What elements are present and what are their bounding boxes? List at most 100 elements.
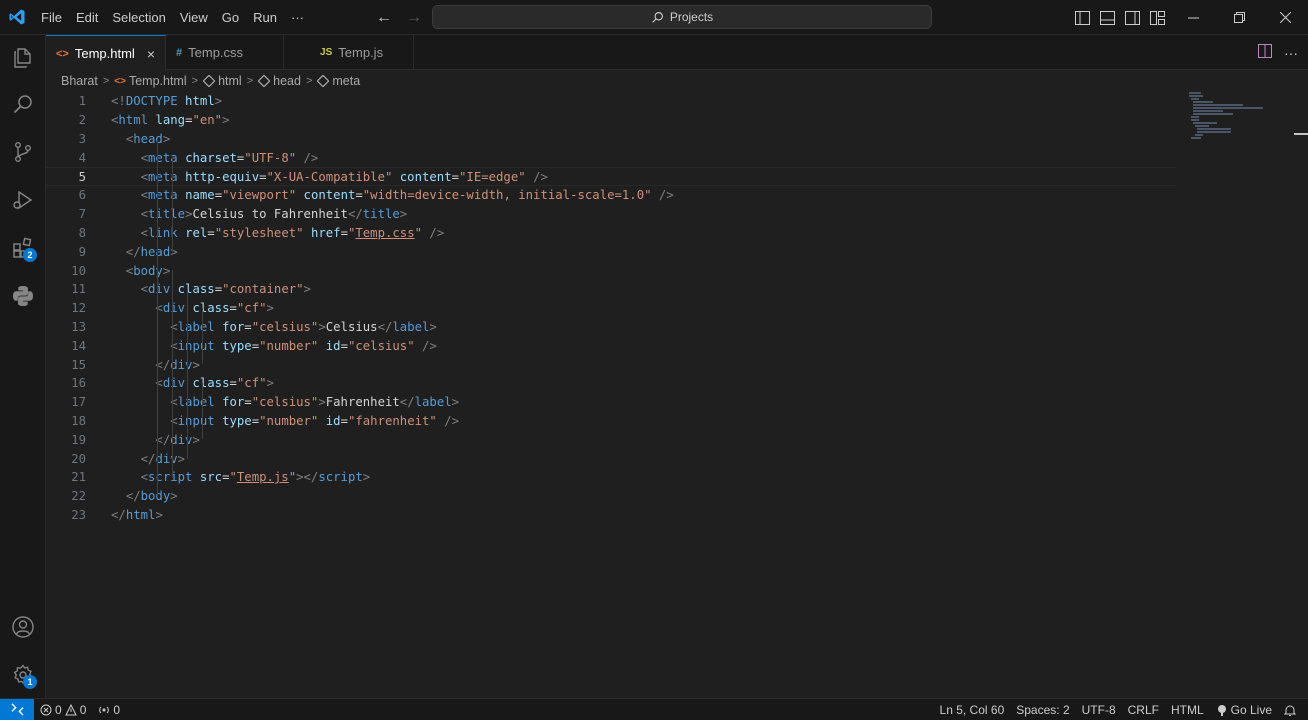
close-tab-icon[interactable]: ×	[147, 46, 155, 62]
broadcast-icon	[99, 706, 110, 713]
indentation[interactable]: Spaces: 2	[1010, 699, 1075, 720]
notifications-bell-icon[interactable]	[1278, 699, 1302, 720]
status-bar: 0 0 0 Ln 5, Col 60 Spaces: 2 UTF-8 CRLF …	[0, 698, 1308, 720]
cursor-position[interactable]: Ln 5, Col 60	[934, 699, 1011, 720]
indent-guide	[157, 139, 158, 497]
problems-indicator[interactable]: 0 0	[34, 699, 92, 720]
warning-count: 0	[79, 702, 87, 717]
code-line: 1 <!DOCTYPE html>	[46, 92, 1176, 111]
customize-layout-icon[interactable]	[1145, 0, 1170, 35]
indent-guide	[172, 270, 173, 478]
line-number: 1	[78, 94, 86, 109]
line-number: 12	[71, 301, 86, 316]
menu-edit[interactable]: Edit	[69, 0, 105, 35]
search-icon[interactable]	[0, 81, 46, 127]
menu-more[interactable]: ···	[284, 0, 311, 35]
menu-go[interactable]: Go	[215, 0, 246, 35]
menu-selection[interactable]: Selection	[105, 0, 172, 35]
code-line: 23 </html>	[46, 506, 1176, 525]
line-number: 3	[78, 131, 86, 146]
line-number: 19	[71, 432, 86, 447]
accounts-icon[interactable]	[0, 604, 46, 650]
back-arrow-icon[interactable]: ←	[376, 9, 392, 27]
tab-label: Temp.html	[74, 46, 135, 61]
element-icon	[317, 75, 330, 87]
language-mode[interactable]: HTML	[1165, 699, 1210, 720]
end-of-line[interactable]: CRLF	[1122, 699, 1165, 720]
split-editor-icon[interactable]	[1258, 44, 1272, 61]
editor-actions: ···	[1258, 35, 1298, 70]
line-number: 2	[78, 113, 86, 128]
line-number: 5	[78, 169, 86, 184]
code-line: 7 <title>Celsius to Fahrenheit</title>	[46, 205, 1176, 224]
tab-temp-css[interactable]: # Temp.css	[166, 35, 285, 70]
search-icon	[652, 11, 663, 23]
go-live-label: Go Live	[1230, 703, 1272, 717]
breadcrumb-html[interactable]: html	[203, 74, 242, 88]
breadcrumb-head[interactable]: head	[258, 74, 301, 88]
indent-guide	[172, 158, 173, 252]
python-icon[interactable]	[0, 273, 46, 319]
restore-icon[interactable]	[1216, 0, 1262, 35]
menu-run[interactable]: Run	[246, 0, 284, 35]
line-number: 14	[71, 338, 86, 353]
minimize-icon[interactable]	[1170, 0, 1216, 35]
more-actions-icon[interactable]: ···	[1284, 45, 1298, 61]
chevron-right-icon: >	[102, 75, 110, 87]
indent-guide	[187, 289, 188, 459]
code-line: 14 <input type="number" id="celsius" />	[46, 336, 1176, 355]
line-number: 16	[71, 376, 86, 391]
remote-icon	[10, 703, 24, 716]
toggle-panel-icon[interactable]	[1095, 0, 1120, 35]
line-number: 7	[78, 207, 86, 222]
code-line: 20 </div>	[46, 449, 1176, 468]
breadcrumb-meta[interactable]: meta	[317, 74, 360, 88]
code-line: 11 <div class="container">	[46, 280, 1176, 299]
js-file-icon: JS	[320, 47, 333, 58]
indent-guide	[202, 308, 203, 364]
code-line: 17 <label for="celsius">Fahrenheit</labe…	[46, 393, 1176, 412]
settings-gear-icon[interactable]: 1	[0, 652, 46, 698]
command-center-search[interactable]: Projects	[432, 5, 932, 29]
code-line: 16 <div class="cf">	[46, 374, 1176, 393]
line-number: 21	[71, 470, 86, 485]
forward-arrow-icon[interactable]: →	[406, 9, 422, 27]
vscode-logo-icon	[0, 0, 34, 35]
html-file-icon: <>	[114, 75, 126, 87]
code-line: 18 <input type="number" id="fahrenheit" …	[46, 412, 1176, 431]
extensions-badge: 2	[23, 248, 37, 262]
menu-view[interactable]: View	[173, 0, 215, 35]
encoding[interactable]: UTF-8	[1076, 699, 1122, 720]
line-number: 17	[71, 395, 86, 410]
explorer-icon[interactable]	[0, 35, 46, 81]
code-line: 22 </body>	[46, 487, 1176, 506]
menu-file[interactable]: File	[34, 0, 69, 35]
line-number: 10	[71, 263, 86, 278]
tab-temp-html[interactable]: <> Temp.html ×	[46, 35, 167, 71]
source-control-icon[interactable]	[0, 129, 46, 175]
ports-indicator[interactable]: 0	[92, 699, 126, 720]
tab-temp-js[interactable]: JS Temp.js	[284, 35, 415, 70]
code-line: 9 </head>	[46, 242, 1176, 261]
extensions-icon[interactable]: 2	[0, 225, 46, 271]
breadcrumb-meta-label: meta	[332, 74, 361, 88]
run-debug-icon[interactable]	[0, 177, 46, 223]
code-line: 6 <meta name="viewport" content="width=d…	[46, 186, 1176, 205]
manage-badge: 1	[23, 675, 37, 689]
line-number: 20	[71, 451, 86, 466]
breadcrumb-html-label: html	[218, 74, 242, 88]
close-window-icon[interactable]	[1262, 0, 1308, 35]
code-editor[interactable]: 1 <!DOCTYPE html> 2 <html lang="en"> 3 <he…	[46, 92, 1176, 698]
toggle-primary-sidebar-icon[interactable]	[1070, 0, 1095, 35]
minimap[interactable]	[1186, 92, 1266, 142]
breadcrumb-file[interactable]: <> Temp.html	[114, 74, 186, 88]
css-file-icon: #	[176, 46, 183, 59]
remote-window-button[interactable]	[0, 698, 34, 720]
chevron-right-icon: >	[191, 75, 199, 87]
code-line: 10 <body>	[46, 261, 1176, 280]
go-live-button[interactable]: Go Live	[1210, 699, 1278, 720]
toggle-secondary-sidebar-icon[interactable]	[1120, 0, 1145, 35]
breadcrumb-folder[interactable]: Bharat	[61, 74, 98, 88]
chevron-right-icon: >	[246, 75, 254, 87]
indent-guide	[202, 383, 203, 439]
